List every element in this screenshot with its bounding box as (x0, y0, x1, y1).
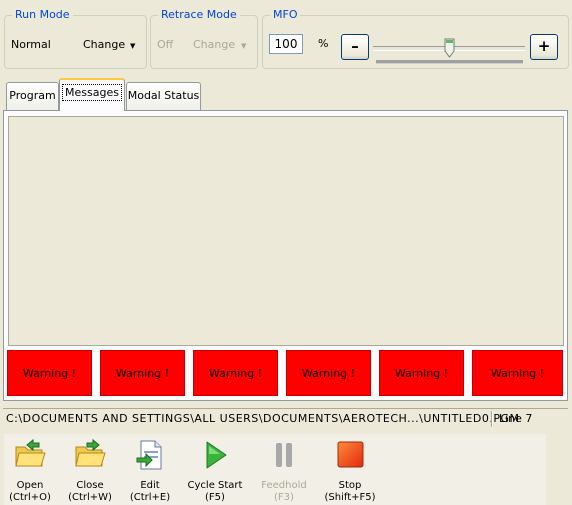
status-bar: C:\DOCUMENTS AND SETTINGS\ALL USERS\DOCU… (3, 408, 568, 429)
warning-indicator: Warning ! (286, 350, 371, 396)
retrace-mode-title: Retrace Mode (158, 8, 240, 22)
play-icon (206, 441, 227, 469)
warning-indicator: Warning ! (100, 350, 185, 396)
edit-shortcut: (Ctrl+E) (129, 492, 171, 503)
mfo-slider-thumb[interactable] (444, 38, 455, 58)
stop-icon (337, 441, 364, 468)
cycle-start-button[interactable]: Cycle Start (F5) (180, 438, 250, 504)
folder-open-icon (15, 438, 46, 467)
warning-indicator: Warning ! (7, 350, 92, 396)
mfo-title: MFO (270, 8, 301, 22)
stop-button[interactable]: Stop (Shift+F5) (315, 438, 385, 504)
tab-modal-status[interactable]: Modal Status (126, 82, 201, 110)
pause-icon (276, 443, 292, 467)
tab-messages[interactable]: Messages (59, 78, 125, 111)
stop-shortcut: (Shift+F5) (324, 492, 376, 503)
messages-list[interactable] (8, 116, 564, 346)
warning-indicator: Warning ! (379, 350, 464, 396)
warning-indicator: Warning ! (193, 350, 278, 396)
mfo-unit: % (318, 37, 329, 50)
retrace-mode-value: Off (157, 38, 174, 51)
retrace-mode-change-dropdown[interactable]: Change (193, 38, 235, 51)
run-mode-value: Normal (11, 38, 51, 51)
cycle-start-shortcut: (F5) (205, 492, 225, 503)
mfo-slider-scale (376, 60, 523, 64)
retrace-mode-dropdown-arrow-icon[interactable]: ▼ (241, 41, 246, 51)
run-mode-title: Run Mode (12, 8, 73, 22)
tab-program[interactable]: Program (6, 82, 59, 110)
mfo-increase-button[interactable]: + (530, 34, 558, 60)
feedhold-shortcut: (F3) (274, 492, 294, 503)
run-mode-change-dropdown[interactable]: Change (83, 38, 125, 51)
feedhold-label: Feedhold (261, 480, 307, 491)
program-path: C:\DOCUMENTS AND SETTINGS\ALL USERS\DOCU… (6, 412, 520, 425)
stop-label: Stop (338, 480, 362, 491)
mfo-value-input[interactable] (269, 34, 303, 54)
feedhold-button[interactable]: Feedhold (F3) (249, 438, 319, 504)
tab-program-label: Program (9, 89, 56, 102)
run-mode-dropdown-arrow-icon[interactable]: ▼ (130, 41, 135, 51)
line-number: Line 7 (499, 412, 533, 425)
warning-indicator: Warning ! (472, 350, 563, 396)
edit-label: Edit (140, 480, 160, 491)
edit-button[interactable]: Edit (Ctrl+E) (115, 438, 185, 504)
folder-close-icon (75, 438, 106, 467)
cycle-start-label: Cycle Start (187, 480, 243, 491)
tab-messages-label: Messages (62, 84, 122, 101)
tab-modal-status-label: Modal Status (127, 89, 200, 102)
status-separator (491, 411, 493, 427)
edit-document-icon (136, 440, 162, 470)
mfo-decrease-button[interactable]: – (341, 34, 369, 60)
